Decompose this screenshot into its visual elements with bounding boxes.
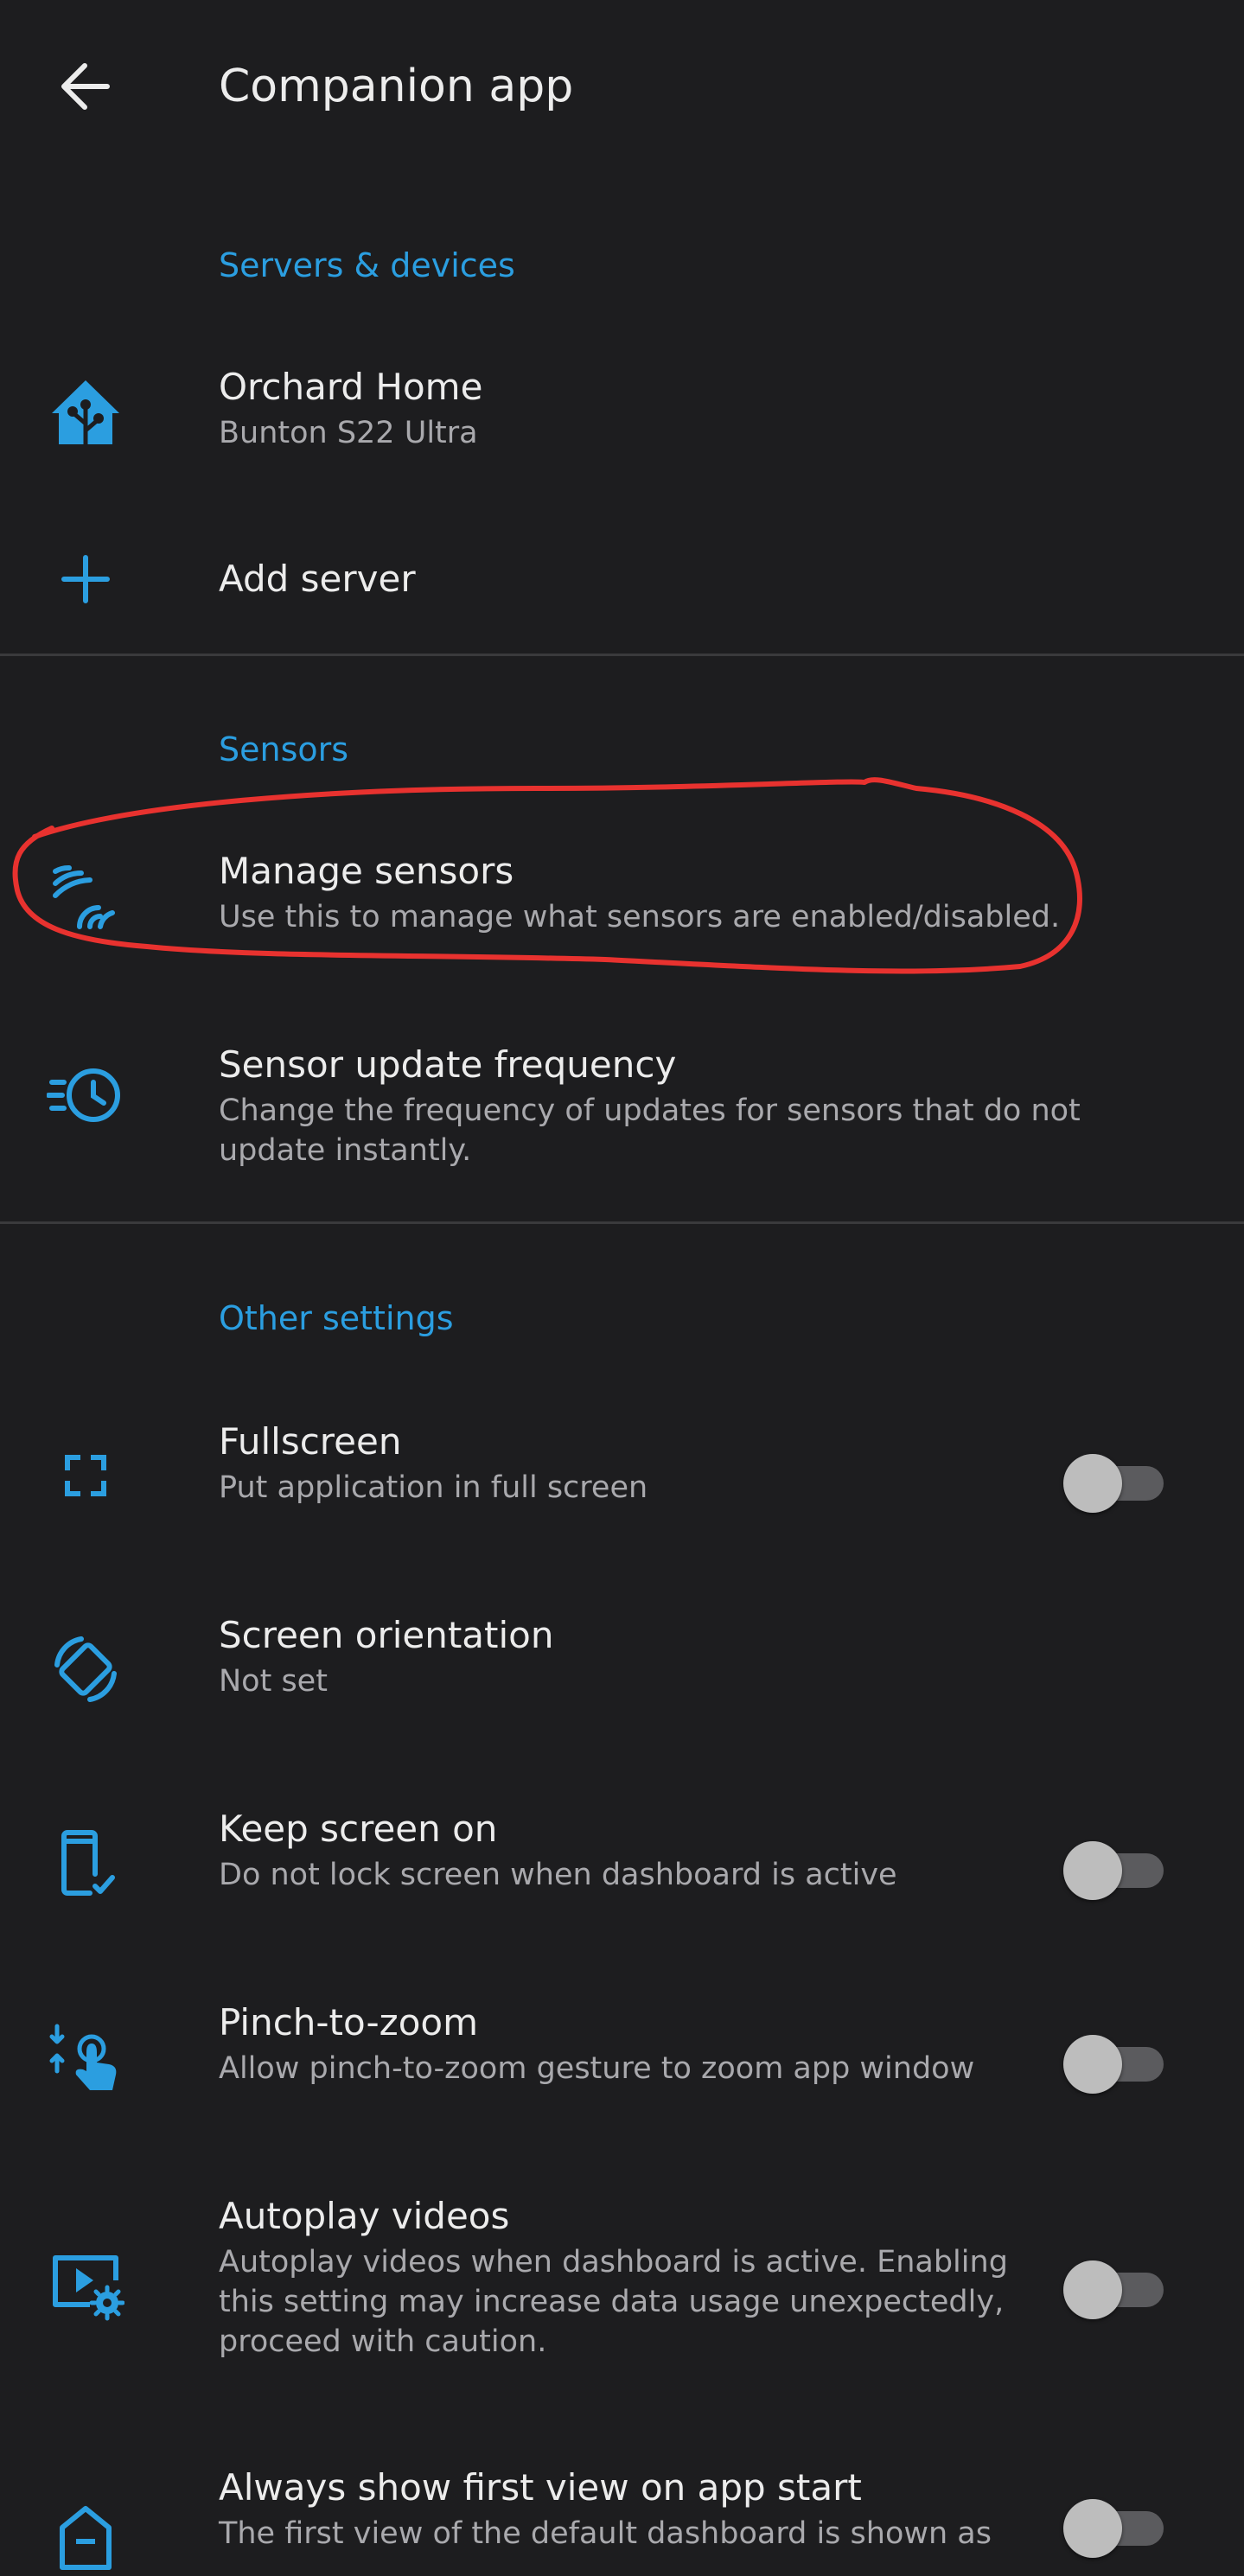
home-assistant-icon [47,373,124,451]
server-title: Orchard Home [219,366,483,408]
toggle-thumb [1063,2260,1122,2319]
app-bar: Companion app [0,0,1244,173]
arrow-back-icon [61,63,110,110]
manage-sensors-subtitle: Use this to manage what sensors are enab… [219,900,1061,934]
page-title: Companion app [219,61,574,112]
section-header-servers: Servers & devices [219,246,515,284]
gesture-tap-icon [47,2018,124,2095]
keep-screen-on-toggle[interactable] [1063,1833,1164,1900]
sensor-update-frequency-subtitle: Change the frequency of updates for sens… [219,1094,1081,1168]
screen-rotation-icon [47,1630,124,1708]
home-icon [47,2498,124,2576]
autoplay-videos-item[interactable]: Autoplay videos Autoplay videos when das… [0,2175,1244,2408]
sensor-update-frequency-title: Sensor update frequency [219,1043,677,1086]
back-button[interactable] [52,52,121,121]
server-subtitle: Bunton S22 Ultra [219,416,478,450]
fullscreen-toggle[interactable] [1063,1446,1164,1513]
keep-screen-on-subtitle: Do not lock screen when dashboard is act… [219,1858,897,1892]
manage-sensors-item[interactable]: Manage sensors Use this to manage what s… [0,830,1244,985]
toggle-thumb [1063,1841,1122,1900]
screen-orientation-title: Screen orientation [219,1614,554,1656]
always-show-first-view-toggle[interactable] [1063,2491,1164,2558]
update-frequency-icon [47,1056,124,1134]
autoplay-videos-toggle[interactable] [1063,2253,1164,2319]
phone-check-icon [47,1824,124,1902]
fullscreen-subtitle: Put application in full screen [219,1470,648,1505]
keep-screen-on-title: Keep screen on [219,1808,498,1850]
autoplay-videos-subtitle: Autoplay videos when dashboard is active… [219,2245,1008,2359]
fullscreen-title: Fullscreen [219,1420,402,1463]
toggle-thumb [1063,2035,1122,2094]
always-show-first-view-item[interactable]: Always show first view on app start The … [0,2446,1244,2570]
autoplay-videos-title: Autoplay videos [219,2195,510,2237]
toggle-thumb [1063,2499,1122,2558]
toggle-thumb [1063,1454,1122,1513]
manage-sensors-title: Manage sensors [219,850,514,892]
keep-screen-on-item[interactable]: Keep screen on Do not lock screen when d… [0,1788,1244,1943]
always-show-first-view-subtitle: The first view of the default dashboard … [219,2516,992,2551]
pinch-to-zoom-title: Pinch-to-zoom [219,2001,479,2044]
section-divider [0,1221,1244,1224]
section-divider [0,654,1244,656]
plus-icon [47,540,124,618]
add-server-label: Add server [219,558,416,600]
sensors-icon [47,858,124,935]
fullscreen-icon [47,1437,124,1514]
add-server-button[interactable]: Add server [0,536,1244,622]
video-settings-icon [47,2244,124,2322]
server-item-orchard-home[interactable]: Orchard Home Bunton S22 Ultra [0,346,1244,501]
pinch-to-zoom-toggle[interactable] [1063,2027,1164,2094]
pinch-to-zoom-item[interactable]: Pinch-to-zoom Allow pinch-to-zoom gestur… [0,1981,1244,2137]
section-header-sensors: Sensors [219,730,349,768]
section-header-other: Other settings [219,1299,454,1337]
always-show-first-view-title: Always show first view on app start [219,2466,862,2509]
screen-orientation-value: Not set [219,1664,328,1699]
screen-orientation-item[interactable]: Screen orientation Not set [0,1594,1244,1750]
fullscreen-item[interactable]: Fullscreen Put application in full scree… [0,1400,1244,1556]
pinch-to-zoom-subtitle: Allow pinch-to-zoom gesture to zoom app … [219,2051,975,2086]
sensor-update-frequency-item[interactable]: Sensor update frequency Change the frequ… [0,1023,1244,1196]
